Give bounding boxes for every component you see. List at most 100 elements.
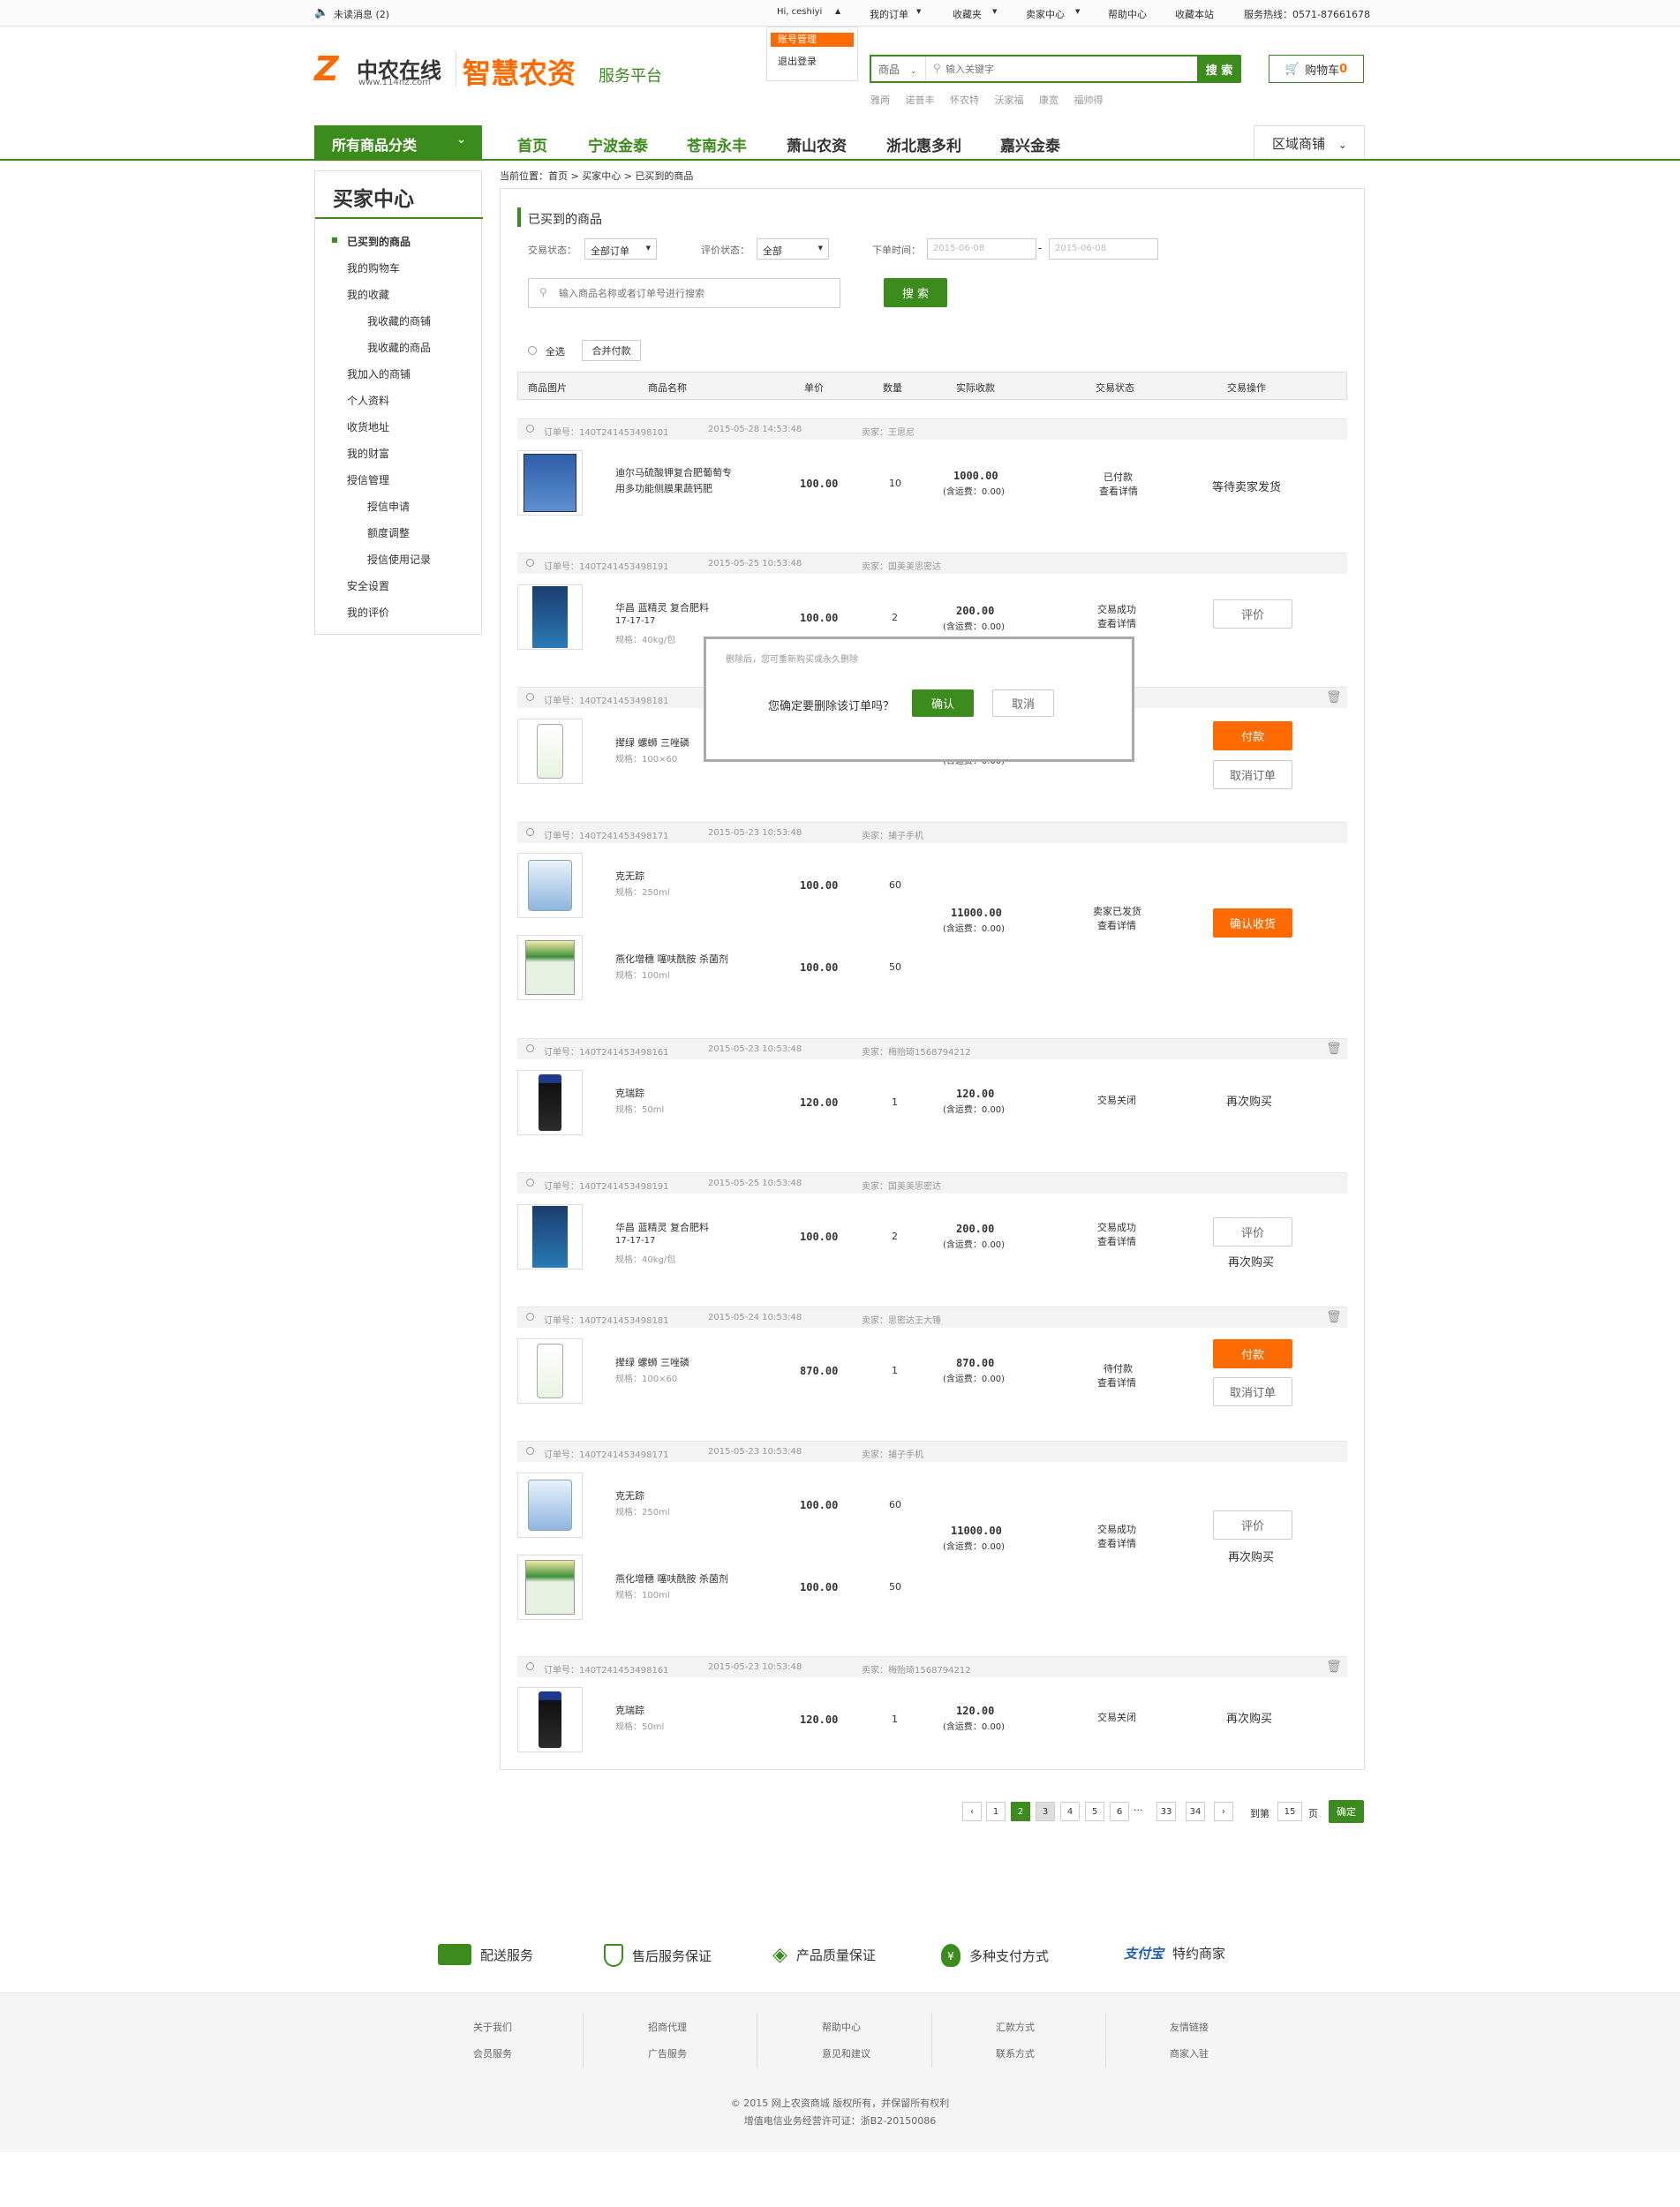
product-image[interactable] [517, 1473, 583, 1538]
product-name[interactable]: 克瑞踪 [615, 1703, 644, 1717]
page-button[interactable]: 1 [986, 1802, 1006, 1821]
user-greeting[interactable]: Hi, ceshiyi [777, 7, 822, 17]
order-radio[interactable] [526, 1179, 534, 1186]
confirm-receipt-button[interactable]: 确认收货 [1213, 908, 1292, 938]
hot-word[interactable]: 沃家福 [995, 94, 1024, 106]
product-name[interactable]: 撵绿 螺蛳 三唑磷 [615, 1355, 689, 1369]
review-button[interactable]: 评价 [1213, 599, 1292, 629]
favorites-link[interactable]: 收藏夹 [953, 7, 982, 21]
all-categories-button[interactable]: 所有商品分类 ⌄ [314, 125, 482, 159]
trash-icon[interactable]: 🗑 [1326, 1660, 1342, 1674]
product-image[interactable] [517, 584, 583, 650]
sidebar-item-favorites[interactable]: 我的收藏 [347, 287, 389, 302]
page-button[interactable]: 3 [1036, 1802, 1055, 1821]
seller-center-link[interactable]: 卖家中心 [1026, 7, 1065, 21]
footer-link[interactable]: 汇款方式 [996, 2020, 1035, 2034]
sidebar-item-address[interactable]: 收货地址 [347, 419, 389, 434]
next-page-button[interactable]: › [1214, 1802, 1233, 1821]
nav-item-cangnan[interactable]: 苍南永丰 [687, 133, 747, 155]
trash-icon[interactable]: 🗑 [1326, 1042, 1342, 1056]
pay-button[interactable]: 付款 [1213, 721, 1292, 750]
product-image[interactable] [517, 853, 583, 918]
status-select[interactable]: 全部订单 ▼ [584, 238, 657, 260]
date-to-input[interactable]: 2015-06-08 [1049, 238, 1158, 260]
nav-item-xiaoshan[interactable]: 萧山农资 [787, 133, 847, 155]
nav-item-jiaxing[interactable]: 嘉兴金泰 [1000, 133, 1060, 155]
view-details-link[interactable]: 查看详情 [1099, 484, 1138, 498]
hot-word[interactable]: 康宽 [1039, 94, 1058, 106]
page-button[interactable]: 5 [1085, 1802, 1104, 1821]
product-image[interactable] [517, 1555, 583, 1620]
nav-item-zhebei[interactable]: 浙北惠多利 [886, 133, 961, 155]
product-name-line2[interactable]: 17-17-17 [615, 1236, 655, 1246]
goto-confirm-button[interactable]: 确定 [1329, 1800, 1364, 1823]
sidebar-item-bought[interactable]: 已买到的商品 [347, 234, 411, 249]
product-name[interactable]: 克无踪 [615, 869, 644, 883]
product-name[interactable]: 撵绿 螺蛳 三唑磷 [615, 735, 689, 749]
nav-item-home[interactable]: 首页 [517, 133, 547, 155]
sidebar-item-joined-shops[interactable]: 我加入的商铺 [347, 366, 411, 381]
buy-again-link[interactable]: 再次购买 [1226, 1092, 1272, 1109]
product-name[interactable]: 克无踪 [615, 1488, 644, 1503]
footer-link[interactable]: 意见和建议 [822, 2046, 870, 2060]
page-button-current[interactable]: 2 [1011, 1802, 1030, 1821]
product-image[interactable] [517, 1338, 583, 1404]
page-button[interactable]: 34 [1186, 1802, 1205, 1821]
dialog-cancel-button[interactable]: 取消 [992, 689, 1054, 717]
prev-page-button[interactable]: ‹ [962, 1802, 982, 1821]
sidebar-item-wealth[interactable]: 我的财富 [347, 446, 389, 461]
nav-item-ningbo[interactable]: 宁波金泰 [588, 133, 648, 155]
bookmark-link[interactable]: 收藏本站 [1175, 7, 1214, 21]
page-button[interactable]: 4 [1060, 1802, 1080, 1821]
order-radio[interactable] [526, 559, 534, 567]
order-search-button[interactable]: 搜 索 [884, 278, 947, 307]
product-name[interactable]: 燕化增穗 噻呋酰胺 杀菌剂 [615, 952, 728, 966]
product-name[interactable]: 迪尔马硫酸钾复合肥葡萄专 [615, 465, 732, 479]
view-details-link[interactable]: 查看详情 [1097, 1536, 1136, 1550]
hot-word[interactable]: 怀农特 [950, 94, 979, 106]
sidebar-item-security[interactable]: 安全设置 [347, 578, 389, 593]
order-radio[interactable] [526, 693, 534, 701]
product-name[interactable]: 华昌 蓝精灵 复合肥料 [615, 600, 709, 614]
product-image[interactable] [517, 1070, 583, 1135]
dialog-confirm-button[interactable]: 确认 [912, 689, 974, 717]
view-details-link[interactable]: 查看详情 [1097, 1375, 1136, 1390]
my-orders-link[interactable]: 我的订单 [870, 7, 908, 21]
view-details-link[interactable]: 查看详情 [1097, 918, 1136, 932]
buy-again-link[interactable]: 再次购买 [1228, 1548, 1274, 1564]
sidebar-item-credit-record[interactable]: 授信使用记录 [367, 552, 431, 567]
cart-button[interactable]: 🛒 购物车 0 [1269, 55, 1364, 83]
sidebar-item-credit-adjust[interactable]: 额度调整 [367, 525, 410, 540]
review-button[interactable]: 评价 [1213, 1217, 1292, 1247]
footer-link[interactable]: 会员服务 [473, 2046, 512, 2060]
product-name[interactable]: 燕化增穗 噻呋酰胺 杀菌剂 [615, 1571, 728, 1586]
sidebar-item-cart[interactable]: 我的购物车 [347, 260, 400, 275]
logo[interactable]: Z 中农在线 www.114nz.com [314, 51, 456, 90]
order-radio[interactable] [526, 1662, 534, 1670]
sidebar-item-credit-apply[interactable]: 授信申请 [367, 499, 410, 514]
account-manage-item[interactable]: 账号管理 [771, 33, 854, 47]
sidebar-item-reviews[interactable]: 我的评价 [347, 605, 389, 620]
hot-word[interactable]: 诺普丰 [906, 94, 935, 106]
region-shops-button[interactable]: 区域商铺 ⌄ [1254, 125, 1365, 159]
search-input[interactable] [945, 60, 1175, 78]
trash-icon[interactable]: 🗑 [1326, 690, 1342, 704]
hot-word[interactable]: 福帅得 [1074, 94, 1104, 106]
cancel-order-button[interactable]: 取消订单 [1213, 760, 1292, 789]
product-name[interactable]: 克瑞踪 [615, 1086, 644, 1100]
search-scope-select[interactable]: 商品 ⌄ [871, 56, 926, 81]
order-radio[interactable] [526, 1313, 534, 1321]
product-name-line2[interactable]: 用多功能侧膜果蔬钙肥 [615, 481, 712, 495]
sidebar-item-fav-shops[interactable]: 我收藏的商铺 [367, 313, 431, 328]
sidebar-item-fav-products[interactable]: 我收藏的商品 [367, 340, 431, 355]
page-button[interactable]: 6 [1110, 1802, 1129, 1821]
footer-link[interactable]: 广告服务 [648, 2046, 687, 2060]
footer-link[interactable]: 友情链接 [1170, 2020, 1209, 2034]
pay-button[interactable]: 付款 [1213, 1339, 1292, 1368]
cancel-order-button[interactable]: 取消订单 [1213, 1377, 1292, 1406]
sidebar-item-profile[interactable]: 个人资料 [347, 393, 389, 408]
select-all-radio[interactable] [528, 346, 537, 355]
help-center-link[interactable]: 帮助中心 [1108, 7, 1147, 21]
order-radio[interactable] [526, 425, 534, 433]
page-number-input[interactable]: 15 [1277, 1802, 1302, 1821]
